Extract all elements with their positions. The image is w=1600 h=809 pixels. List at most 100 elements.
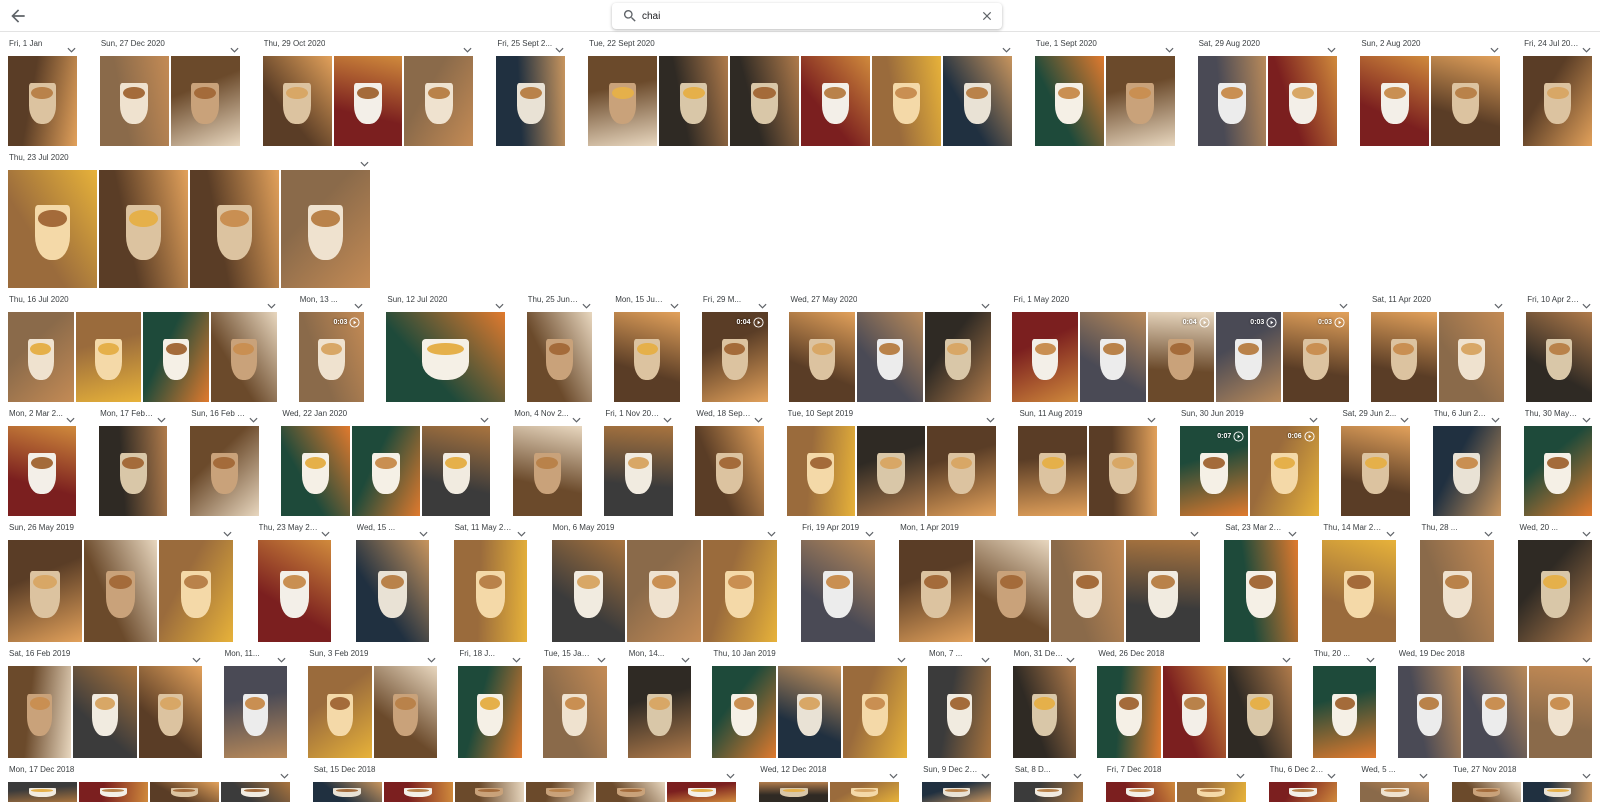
photo-thumbnail[interactable] <box>667 782 737 802</box>
photo-thumbnail[interactable] <box>453 540 528 642</box>
photo-thumbnail[interactable] <box>262 56 332 146</box>
photo-thumbnail[interactable] <box>190 426 259 516</box>
select-group-button[interactable] <box>981 650 990 663</box>
photo-thumbnail[interactable] <box>1012 312 1079 402</box>
photo-thumbnail[interactable] <box>627 540 701 642</box>
photo-thumbnail[interactable] <box>1268 782 1338 802</box>
photo-thumbnail[interactable] <box>1341 426 1410 516</box>
select-group-button[interactable] <box>223 524 232 537</box>
photo-thumbnail[interactable] <box>1018 426 1087 516</box>
photo-thumbnail[interactable] <box>1370 312 1437 402</box>
photo-thumbnail[interactable] <box>223 666 288 758</box>
select-group-button[interactable] <box>1165 40 1174 53</box>
select-group-button[interactable] <box>754 410 763 423</box>
select-group-button[interactable] <box>419 524 428 537</box>
photo-thumbnail[interactable] <box>159 540 233 642</box>
select-group-button[interactable] <box>1366 650 1375 663</box>
photo-thumbnail[interactable] <box>1050 540 1125 642</box>
photo-thumbnail[interactable] <box>801 540 875 642</box>
select-group-button[interactable] <box>1419 766 1428 779</box>
photo-thumbnail[interactable] <box>1523 56 1592 146</box>
photo-thumbnail[interactable] <box>604 426 673 516</box>
select-group-button[interactable] <box>512 650 521 663</box>
photo-thumbnail[interactable] <box>1438 312 1505 402</box>
photo-thumbnail[interactable] <box>98 170 188 288</box>
photo-thumbnail[interactable] <box>1228 666 1292 758</box>
select-group-button[interactable] <box>249 410 258 423</box>
photo-thumbnail[interactable] <box>759 782 829 802</box>
photo-thumbnail[interactable] <box>99 56 169 146</box>
photo-thumbnail[interactable] <box>899 540 973 642</box>
select-group-button[interactable] <box>1582 296 1591 309</box>
photo-thumbnail[interactable] <box>1360 782 1430 802</box>
select-group-button[interactable] <box>1073 766 1082 779</box>
photo-thumbnail[interactable] <box>8 56 77 146</box>
select-group-button[interactable] <box>1582 524 1591 537</box>
select-group-button[interactable] <box>463 40 472 53</box>
photo-thumbnail[interactable] <box>8 782 77 802</box>
photo-thumbnail[interactable]: 0:03 <box>298 312 365 402</box>
select-group-button[interactable] <box>1309 410 1318 423</box>
photo-thumbnail[interactable] <box>458 666 522 758</box>
select-group-button[interactable] <box>1400 410 1409 423</box>
photo-thumbnail[interactable]: 0:04 <box>1147 312 1214 402</box>
photo-thumbnail[interactable]: 0:07 <box>1179 426 1249 516</box>
photo-thumbnail[interactable] <box>843 666 907 758</box>
photo-thumbnail[interactable] <box>189 170 279 288</box>
photo-thumbnail[interactable] <box>974 540 1049 642</box>
photo-thumbnail[interactable] <box>927 426 996 516</box>
photo-thumbnail[interactable]: 0:03 <box>1215 312 1282 402</box>
clear-search-button[interactable] <box>980 9 994 23</box>
photo-thumbnail[interactable] <box>211 312 277 402</box>
photo-thumbnail[interactable] <box>800 56 870 146</box>
select-group-button[interactable] <box>663 410 672 423</box>
select-group-button[interactable] <box>758 296 767 309</box>
select-group-button[interactable] <box>480 410 489 423</box>
select-group-button[interactable] <box>670 296 679 309</box>
photo-thumbnail[interactable] <box>1176 782 1246 802</box>
back-button[interactable] <box>8 6 28 26</box>
search-input[interactable] <box>642 6 962 26</box>
photo-thumbnail[interactable] <box>386 312 505 402</box>
photo-thumbnail[interactable] <box>99 426 168 516</box>
photo-thumbnail[interactable] <box>922 782 991 802</box>
select-group-button[interactable] <box>897 650 906 663</box>
photo-thumbnail[interactable] <box>1197 56 1267 146</box>
photo-thumbnail[interactable]: 0:03 <box>1283 312 1350 402</box>
photo-thumbnail[interactable] <box>355 540 430 642</box>
photo-thumbnail[interactable] <box>312 782 382 802</box>
select-group-button[interactable] <box>597 650 606 663</box>
photo-thumbnail[interactable] <box>614 312 680 402</box>
photo-thumbnail[interactable] <box>1097 666 1161 758</box>
photo-thumbnail[interactable] <box>627 666 692 758</box>
photo-thumbnail[interactable] <box>695 426 764 516</box>
photo-thumbnail[interactable] <box>8 312 74 402</box>
photo-thumbnail[interactable] <box>220 782 290 802</box>
select-group-button[interactable] <box>517 524 526 537</box>
photo-thumbnail[interactable] <box>1126 540 1200 642</box>
photo-thumbnail[interactable] <box>1432 426 1501 516</box>
select-group-button[interactable] <box>67 40 76 53</box>
photo-thumbnail[interactable] <box>777 666 842 758</box>
photo-thumbnail[interactable] <box>78 782 148 802</box>
photo-thumbnail[interactable] <box>404 56 474 146</box>
photo-thumbnail[interactable] <box>942 56 1012 146</box>
select-group-button[interactable] <box>681 650 690 663</box>
photo-thumbnail[interactable] <box>138 666 203 758</box>
photo-thumbnail[interactable] <box>1268 56 1338 146</box>
select-group-button[interactable] <box>726 766 735 779</box>
select-group-button[interactable] <box>1236 766 1245 779</box>
photo-thumbnail[interactable]: 0:04 <box>701 312 768 402</box>
select-group-button[interactable] <box>986 410 995 423</box>
select-group-button[interactable] <box>1386 524 1395 537</box>
photo-thumbnail[interactable] <box>1518 540 1592 642</box>
photo-thumbnail[interactable] <box>1452 782 1522 802</box>
photo-thumbnail[interactable] <box>730 56 799 146</box>
photo-thumbnail[interactable] <box>333 56 403 146</box>
photo-thumbnail[interactable] <box>308 666 372 758</box>
select-group-button[interactable] <box>1484 524 1493 537</box>
select-group-button[interactable] <box>1066 650 1075 663</box>
select-group-button[interactable] <box>1327 40 1336 53</box>
photo-thumbnail[interactable] <box>8 666 72 758</box>
photo-thumbnail[interactable] <box>1105 782 1175 802</box>
